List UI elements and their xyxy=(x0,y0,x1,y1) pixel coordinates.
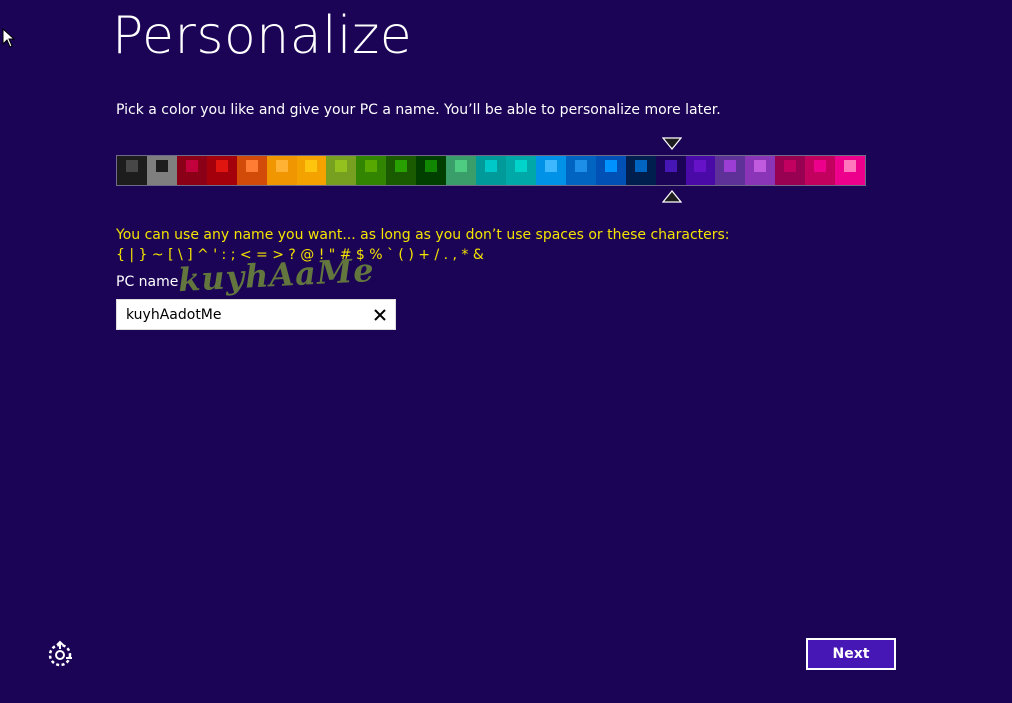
close-icon xyxy=(374,308,386,321)
color-swatch-1[interactable] xyxy=(117,156,147,185)
color-swatch-accent xyxy=(694,160,707,172)
color-swatch-2[interactable] xyxy=(146,156,177,185)
color-swatch-accent xyxy=(844,160,857,172)
color-swatch-25[interactable] xyxy=(835,156,866,185)
color-swatch-13[interactable] xyxy=(476,156,506,185)
color-swatch-14[interactable] xyxy=(505,156,536,185)
page-subtitle: Pick a color you like and give your PC a… xyxy=(116,102,721,118)
name-rules-line-1: You can use any name you want... as long… xyxy=(116,227,730,243)
page-title: Personalize xyxy=(112,6,413,66)
pc-name-label: PC name xyxy=(116,274,179,290)
color-swatch-15[interactable] xyxy=(535,156,566,185)
color-swatch-11[interactable] xyxy=(416,156,447,185)
mouse-cursor-icon xyxy=(2,28,16,48)
color-swatch-accent xyxy=(485,160,498,172)
color-swatch-7[interactable] xyxy=(296,156,327,185)
triangle-down-icon xyxy=(662,137,682,150)
color-swatch-3[interactable] xyxy=(176,156,207,185)
color-swatch-accent xyxy=(305,160,318,172)
color-swatch-accent xyxy=(604,160,617,172)
color-swatch-5[interactable] xyxy=(236,156,267,185)
color-palette[interactable] xyxy=(116,155,866,186)
color-swatch-24[interactable] xyxy=(805,156,836,185)
color-swatch-accent xyxy=(365,160,378,172)
color-swatch-accent xyxy=(215,160,228,172)
triangle-up-icon xyxy=(662,190,682,203)
color-swatch-accent xyxy=(125,160,138,172)
color-swatch-10[interactable] xyxy=(386,156,417,185)
color-swatch-accent xyxy=(814,160,827,172)
color-swatch-22[interactable] xyxy=(745,156,776,185)
color-swatch-accent xyxy=(245,160,258,172)
color-swatch-17[interactable] xyxy=(595,156,626,185)
color-swatch-accent xyxy=(514,160,527,172)
color-swatch-accent xyxy=(634,160,647,172)
color-swatch-4[interactable] xyxy=(206,156,237,185)
color-swatch-accent xyxy=(335,160,348,172)
color-swatch-accent xyxy=(664,160,677,172)
color-swatch-accent xyxy=(754,160,767,172)
color-swatch-6[interactable] xyxy=(266,156,297,185)
color-swatch-23[interactable] xyxy=(775,156,806,185)
color-swatch-12[interactable] xyxy=(446,156,477,185)
color-swatch-accent xyxy=(155,160,168,172)
pc-name-input[interactable] xyxy=(117,300,365,329)
pc-name-field[interactable] xyxy=(116,299,396,330)
color-swatch-21[interactable] xyxy=(715,156,746,185)
color-swatch-accent xyxy=(185,160,198,172)
color-swatch-18[interactable] xyxy=(625,156,656,185)
color-swatch-accent xyxy=(724,160,737,172)
color-swatch-accent xyxy=(395,160,408,172)
color-swatch-accent xyxy=(574,160,587,172)
ease-of-access-icon[interactable] xyxy=(46,640,74,668)
color-swatch-accent xyxy=(425,160,438,172)
color-swatch-accent xyxy=(455,160,468,172)
clear-button[interactable] xyxy=(365,300,395,329)
color-swatch-9[interactable] xyxy=(356,156,387,185)
color-swatch-20[interactable] xyxy=(685,156,716,185)
color-swatch-accent xyxy=(544,160,557,172)
color-swatch-19[interactable] xyxy=(655,156,686,185)
color-swatch-16[interactable] xyxy=(565,156,596,185)
color-swatch-8[interactable] xyxy=(326,156,357,185)
next-button[interactable]: Next xyxy=(806,638,896,670)
color-swatch-accent xyxy=(275,160,288,172)
color-swatch-accent xyxy=(784,160,797,172)
